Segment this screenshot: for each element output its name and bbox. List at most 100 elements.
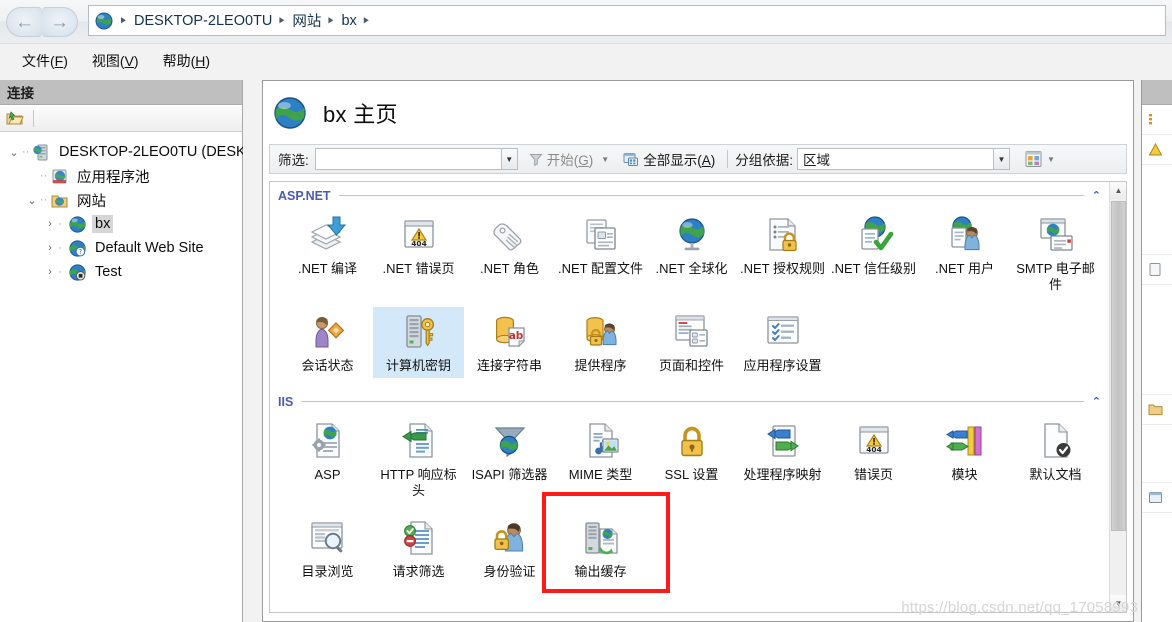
view-mode-dropdown-arrow[interactable]: ▼ <box>1044 155 1058 164</box>
feature-request-filtering[interactable]: 请求筛选 <box>373 513 464 584</box>
feature-output-caching[interactable]: 输出缓存 <box>555 513 646 584</box>
feature-error-pages[interactable]: 404 错误页 <box>828 416 919 503</box>
menu-file[interactable]: 文件(F) <box>10 48 80 74</box>
menu-bar: 文件(F) 视图(V) 帮助(H) <box>0 44 1172 77</box>
filter-input[interactable] <box>314 148 501 170</box>
feature-label: 模块 <box>951 467 978 482</box>
tree-item-default-web-site[interactable]: › · ? Default Web Site <box>6 236 242 260</box>
actions-list-item[interactable] <box>1142 285 1172 395</box>
tree-item-sites[interactable]: ⌄ ·· 网站 <box>6 188 242 212</box>
feature-net-profile[interactable]: .NET 配置文件 <box>555 210 646 297</box>
actions-list-item[interactable] <box>1142 425 1172 483</box>
isapi-filters-icon <box>494 427 525 458</box>
group-name: IIS <box>278 394 294 409</box>
chevron-up-icon[interactable]: ⌃ <box>1084 189 1101 202</box>
chevron-down-icon[interactable]: ⌄ <box>6 146 22 159</box>
feature-net-users[interactable]: .NET 用户 <box>919 210 1010 297</box>
feature-application-settings[interactable]: 应用程序设置 <box>737 307 828 378</box>
menu-help[interactable]: 帮助(H) <box>151 48 222 74</box>
feature-http-response-headers[interactable]: HTTP 响应标头 <box>373 416 464 503</box>
feature-label: 页面和控件 <box>658 358 724 373</box>
feature-label: .NET 配置文件 <box>558 261 643 276</box>
smtp-email-icon <box>1039 218 1073 251</box>
feature-net-error-pages[interactable]: 404 .NET 错误页 <box>373 210 464 297</box>
breadcrumb-item-server[interactable]: DESKTOP-2LEO0TU <box>131 13 275 29</box>
actions-list-item[interactable] <box>1142 395 1172 425</box>
globe-icon <box>95 12 113 29</box>
feature-connection-strings[interactable]: ab 连接字符串 <box>464 307 555 378</box>
tree-item-test[interactable]: › · Test <box>6 260 242 284</box>
website-stopped-icon <box>69 263 86 281</box>
breadcrumb-item-sites[interactable]: 网站 <box>289 10 324 31</box>
svg-text:ab: ab <box>508 330 523 342</box>
list-icon <box>1149 114 1152 125</box>
actions-list-item[interactable] <box>1142 105 1172 135</box>
start-filter-dropdown-arrow[interactable]: ▼ <box>598 155 612 164</box>
breadcrumb-address-bar[interactable]: ▸ DESKTOP-2LEO0TU ▸ 网站 ▸ bx ▸ <box>88 5 1166 36</box>
globe-icon <box>274 96 306 129</box>
feature-session-state[interactable]: 会话状态 <box>282 307 373 378</box>
tree-item-bx[interactable]: › · bx <box>6 212 242 236</box>
feature-isapi-filters[interactable]: ISAPI 筛选器 <box>464 416 555 503</box>
chevron-right-icon[interactable]: › <box>42 242 58 254</box>
feature-authentication[interactable]: 身份验证 <box>464 513 555 584</box>
breadcrumb-item-bx[interactable]: bx <box>338 13 359 29</box>
tree-item-application-pools[interactable]: ·· 应用程序池 <box>6 164 242 188</box>
back-button[interactable]: ← <box>6 7 42 37</box>
document-icon <box>1149 263 1161 276</box>
feature-net-compilation[interactable]: .NET 编译 <box>282 210 373 297</box>
right-splitter[interactable] <box>1134 80 1141 622</box>
feature-directory-browsing[interactable]: 目录浏览 <box>282 513 373 584</box>
feature-default-document[interactable]: 默认文档 <box>1010 416 1101 503</box>
feature-handler-mappings[interactable]: 处理程序映射 <box>737 416 828 503</box>
view-mode-icon[interactable] <box>1024 150 1044 169</box>
feature-modules[interactable]: 模块 <box>919 416 1010 503</box>
filter-dropdown-arrow[interactable]: ▼ <box>500 148 518 170</box>
feature-net-roles[interactable]: .NET 角色 <box>464 210 555 297</box>
start-filter-button[interactable]: 开始(G) <box>524 147 599 171</box>
tree-item-label: bx <box>92 215 114 233</box>
actions-list-item[interactable] <box>1142 255 1172 285</box>
scrollbar-thumb[interactable] <box>1111 201 1126 531</box>
feature-label: .NET 角色 <box>480 261 539 276</box>
feature-providers[interactable]: 提供程序 <box>555 307 646 378</box>
group-by-dropdown-arrow[interactable]: ▼ <box>992 148 1010 170</box>
feature-net-trust-levels[interactable]: .NET 信任级别 <box>828 210 919 297</box>
feature-smtp-email[interactable]: SMTP 电子邮件 <box>1010 210 1101 297</box>
svg-text:?: ? <box>79 248 83 256</box>
group-by-value[interactable]: 区域 <box>796 148 993 170</box>
forward-button[interactable]: → <box>42 7 78 37</box>
scroll-up-button[interactable]: ▲ <box>1110 182 1126 199</box>
menu-view[interactable]: 视图(V) <box>80 48 151 74</box>
feature-net-authorization-rules[interactable]: .NET 授权规则 <box>737 210 828 297</box>
actions-list-item[interactable] <box>1142 135 1172 165</box>
feature-pages-and-controls[interactable]: 页面和控件 <box>646 307 737 378</box>
feature-row: .NET 编译 404 .NET 错误页 .NET 角色 .NET 配置文件 .… <box>278 204 1101 297</box>
feature-ssl-settings[interactable]: SSL 设置 <box>646 416 737 503</box>
feature-asp[interactable]: ASP <box>282 416 373 503</box>
show-all-button[interactable]: 全部显示(A) <box>618 147 720 171</box>
tree-item-server[interactable]: ⌄ ·· DESKTOP-2LEO0TU (DESKT <box>6 140 255 164</box>
chevron-up-icon[interactable]: ⌃ <box>1084 395 1101 408</box>
feature-net-globalization[interactable]: .NET 全球化 <box>646 210 737 297</box>
actions-list-item[interactable] <box>1142 165 1172 255</box>
feature-label: 默认文档 <box>1029 467 1082 482</box>
feature-label: 请求筛选 <box>392 564 445 579</box>
add-connection-icon[interactable] <box>5 109 24 128</box>
feature-mime-types[interactable]: MIME 类型 <box>555 416 646 503</box>
net-users-icon <box>950 216 980 251</box>
feature-grid-scrollbar[interactable]: ▲ ▼ <box>1109 182 1126 612</box>
toolbar-separator <box>727 150 729 168</box>
tree-connector: · <box>58 266 62 278</box>
chevron-down-icon[interactable]: ⌄ <box>24 194 40 207</box>
breadcrumb-separator: ▸ <box>328 13 334 28</box>
feature-label: 连接字符串 <box>476 358 542 373</box>
feature-machine-key[interactable]: 计算机密钥 <box>373 307 464 378</box>
chevron-right-icon[interactable]: › <box>42 266 58 278</box>
pane-splitter[interactable] <box>243 80 262 622</box>
actions-pane <box>1141 80 1172 622</box>
tree-item-label: DESKTOP-2LEO0TU (DESKT <box>59 144 255 160</box>
actions-list-item[interactable] <box>1142 483 1172 513</box>
pages-and-controls-icon <box>674 315 708 347</box>
chevron-right-icon[interactable]: › <box>42 218 58 230</box>
